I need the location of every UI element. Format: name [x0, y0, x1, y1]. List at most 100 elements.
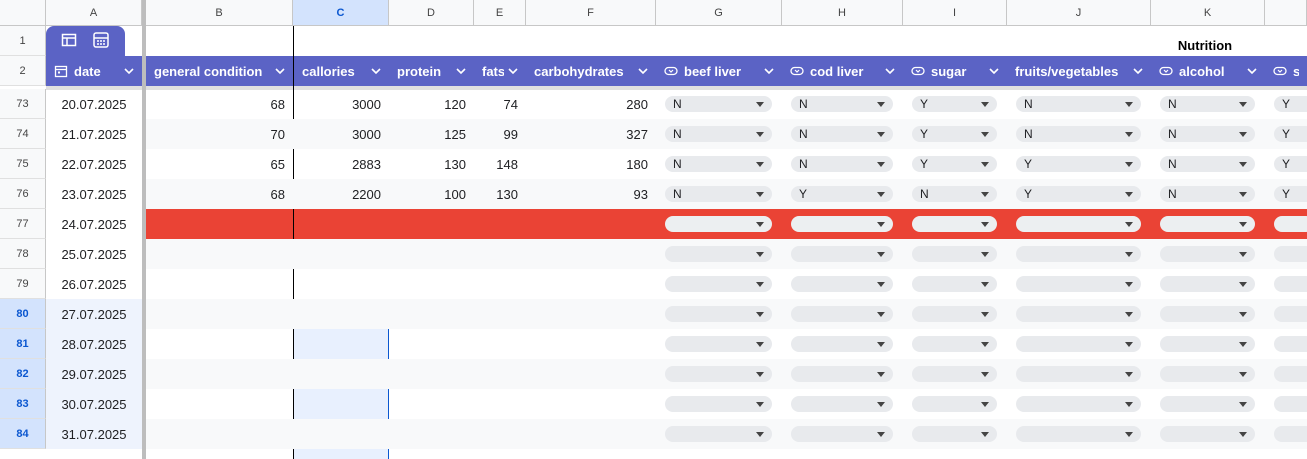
cell-date[interactable]: 27.07.2025 [46, 299, 142, 329]
header-carbohydrates[interactable]: carbohydrates [526, 56, 656, 86]
dropdown-chip-alcohol[interactable] [1160, 246, 1255, 262]
cell-carbohydrates[interactable] [526, 209, 656, 239]
dropdown-chip-alcohol[interactable] [1160, 396, 1255, 412]
cell-general-condition[interactable] [146, 359, 293, 389]
column-header-A[interactable]: A [46, 0, 142, 26]
cell-callories[interactable] [294, 419, 389, 449]
cell-protein[interactable]: 130 [389, 149, 474, 179]
cell-callories[interactable] [294, 389, 389, 419]
cell-fats[interactable] [474, 269, 526, 299]
row-header-73[interactable]: 73 [0, 89, 46, 119]
dropdown-chip-cod[interactable]: N [791, 96, 893, 112]
column-header-H[interactable]: H [782, 0, 903, 26]
dropdown-chip-fruits[interactable]: Y [1016, 156, 1141, 172]
cell-protein[interactable] [389, 329, 474, 359]
dropdown-chip-alcohol[interactable] [1160, 336, 1255, 352]
cell-fats[interactable] [474, 389, 526, 419]
cell-fats[interactable]: 99 [474, 119, 526, 149]
column-header-G[interactable]: G [656, 0, 782, 26]
dropdown-chip-sugar[interactable] [912, 396, 997, 412]
dropdown-chip-cod[interactable] [791, 246, 893, 262]
header-sugar[interactable]: sugar [903, 56, 1007, 86]
cell-date[interactable]: 30.07.2025 [46, 389, 142, 419]
dropdown-chip-cod[interactable] [791, 426, 893, 442]
dropdown-chip-s[interactable]: Y [1274, 126, 1307, 142]
cell-general-condition[interactable]: 65 [146, 149, 293, 179]
dropdown-chip-s[interactable]: Y [1274, 156, 1307, 172]
dropdown-chip-fruits[interactable] [1016, 336, 1141, 352]
column-header-K[interactable]: K [1151, 0, 1265, 26]
dropdown-chip-alcohol[interactable] [1160, 366, 1255, 382]
dropdown-chip-s[interactable] [1274, 396, 1307, 412]
cell-date[interactable]: 23.07.2025 [46, 179, 142, 209]
cell-general-condition[interactable]: 68 [146, 179, 293, 209]
dropdown-chip-fruits[interactable]: Y [1016, 186, 1141, 202]
header-fats[interactable]: fats [474, 56, 526, 86]
cell-general-condition[interactable]: 70 [146, 119, 293, 149]
dropdown-chip-alcohol[interactable] [1160, 426, 1255, 442]
column-header-I[interactable]: I [903, 0, 1007, 26]
cell-fats[interactable] [474, 329, 526, 359]
dropdown-chip-cod[interactable]: N [791, 156, 893, 172]
dropdown-chip-cod[interactable] [791, 336, 893, 352]
dropdown-chip-beef[interactable] [665, 276, 772, 292]
dropdown-chip-beef[interactable] [665, 306, 772, 322]
cell-carbohydrates[interactable]: 180 [526, 149, 656, 179]
column-header-J[interactable]: J [1007, 0, 1151, 26]
dropdown-chip-sugar[interactable] [912, 366, 997, 382]
cell-date[interactable]: 20.07.2025 [46, 89, 142, 119]
dropdown-chip-fruits[interactable] [1016, 216, 1141, 232]
dropdown-chip-s[interactable] [1274, 246, 1307, 262]
dropdown-chip-sugar[interactable] [912, 246, 997, 262]
cell-callories[interactable]: 3000 [294, 119, 389, 149]
dropdown-chip-alcohol[interactable]: N [1160, 126, 1255, 142]
dropdown-chip-cod[interactable]: Y [791, 186, 893, 202]
dropdown-chip-sugar[interactable] [912, 426, 997, 442]
dropdown-chip-s[interactable] [1274, 276, 1307, 292]
dropdown-chip-alcohol[interactable]: N [1160, 186, 1255, 202]
cell-date[interactable]: 21.07.2025 [46, 119, 142, 149]
dropdown-chip-beef[interactable] [665, 246, 772, 262]
row-header-81[interactable]: 81 [0, 329, 46, 359]
row-header-74[interactable]: 74 [0, 119, 46, 149]
column-header-C[interactable]: C [293, 0, 389, 26]
dropdown-chip-alcohol[interactable] [1160, 306, 1255, 322]
dropdown-chip-fruits[interactable] [1016, 246, 1141, 262]
row-header-79[interactable]: 79 [0, 269, 46, 299]
dropdown-chip-fruits[interactable]: N [1016, 96, 1141, 112]
column-header-F[interactable]: F [526, 0, 656, 26]
cell-date[interactable]: 25.07.2025 [46, 239, 142, 269]
dropdown-chip-s[interactable] [1274, 216, 1307, 232]
dropdown-chip-beef[interactable]: N [665, 186, 772, 202]
cell-callories[interactable] [294, 359, 389, 389]
dropdown-chip-fruits[interactable] [1016, 306, 1141, 322]
cell-carbohydrates[interactable]: 327 [526, 119, 656, 149]
cell-fats[interactable] [474, 209, 526, 239]
row-header-2[interactable]: 2 [0, 56, 46, 86]
dropdown-chip-beef[interactable] [665, 216, 772, 232]
dropdown-chip-cod[interactable] [791, 216, 893, 232]
cell-callories[interactable] [294, 209, 389, 239]
dropdown-chip-s[interactable]: Y [1274, 96, 1307, 112]
row-header-77[interactable]: 77 [0, 209, 46, 239]
header-alcohol[interactable]: alcohol [1151, 56, 1265, 86]
dropdown-chip-alcohol[interactable] [1160, 216, 1255, 232]
dropdown-chip-sugar[interactable] [912, 306, 997, 322]
column-header-L[interactable] [1265, 0, 1307, 26]
cell-carbohydrates[interactable] [526, 239, 656, 269]
cell-carbohydrates[interactable] [526, 359, 656, 389]
dropdown-chip-s[interactable] [1274, 336, 1307, 352]
cell-callories[interactable] [294, 299, 389, 329]
column-header-D[interactable]: D [389, 0, 474, 26]
cell-carbohydrates[interactable] [526, 419, 656, 449]
header-protein[interactable]: protein [389, 56, 474, 86]
dropdown-chip-beef[interactable] [665, 426, 772, 442]
cell-fats[interactable] [474, 299, 526, 329]
cell-protein[interactable] [389, 419, 474, 449]
cell-callories[interactable] [294, 329, 389, 359]
dropdown-chip-s[interactable] [1274, 306, 1307, 322]
cell-protein[interactable] [389, 389, 474, 419]
cell-fats[interactable]: 148 [474, 149, 526, 179]
dropdown-chip-fruits[interactable] [1016, 426, 1141, 442]
cell-fats[interactable] [474, 419, 526, 449]
